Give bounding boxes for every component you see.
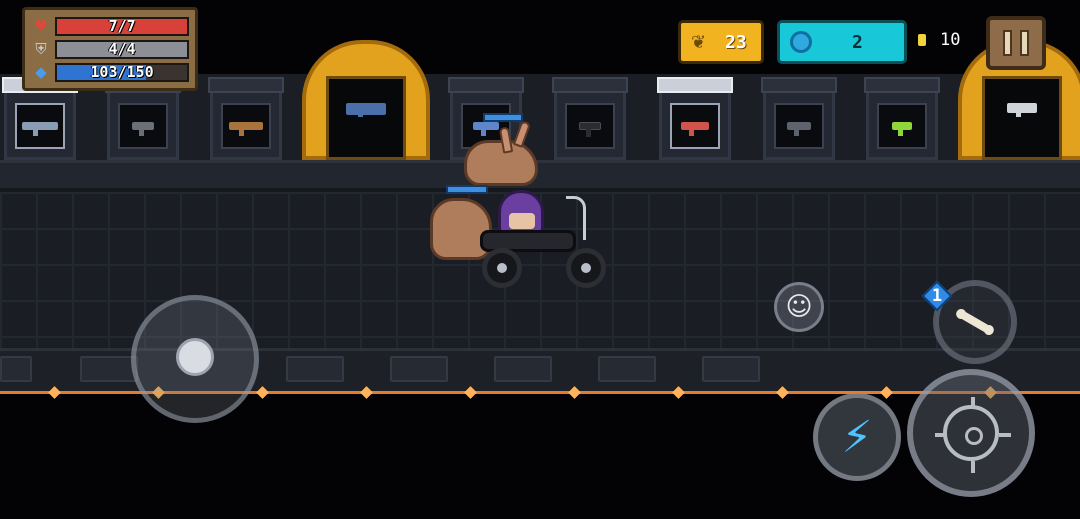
smiley-face-icon: ☺ <box>785 292 813 322</box>
weapon-case-5[interactable] <box>552 77 628 160</box>
case-cap <box>208 77 284 93</box>
health-text: 7/7 <box>108 17 136 35</box>
golden-weapon-arch-1[interactable] <box>302 40 430 160</box>
weapon-slot-number: 1 <box>931 286 943 306</box>
energy-text: 103/150 <box>90 63 154 81</box>
energy-crystal-icon: ◆ <box>35 63 47 81</box>
coins-counter: 10 <box>918 30 960 50</box>
motorcycle-wheel <box>482 248 522 288</box>
wall-brick <box>390 356 448 382</box>
pistol-icon <box>579 122 601 137</box>
blaster-icon <box>473 122 499 136</box>
armor-bar: 4/4 <box>55 40 189 59</box>
health-row: ♥ 7/7 <box>31 15 189 38</box>
gem-icon <box>790 31 812 53</box>
case-cap <box>864 77 940 93</box>
bone-weapon-icon <box>959 310 991 334</box>
health-bar: 7/7 <box>55 17 189 36</box>
wall-brick <box>702 356 760 382</box>
crosshair-tick <box>999 433 1011 437</box>
armor-text: 4/4 <box>108 40 136 58</box>
case-cap <box>552 77 628 93</box>
assault-rifle-icon <box>22 122 58 136</box>
emote-button[interactable]: ☺ <box>774 282 824 332</box>
heart-icon: ♥ <box>34 17 48 35</box>
pause-icon <box>1020 30 1029 56</box>
ray-gun-icon <box>681 122 709 136</box>
energy-row: ◆ 103/150 <box>31 61 189 84</box>
crosshair-icon <box>935 397 1011 473</box>
lightning-bolt-icon: ⚡ <box>841 411 873 463</box>
weapon-slot-badge: 1 <box>921 280 953 312</box>
materials-count: 23 <box>725 31 747 53</box>
pet-health-bar <box>483 113 523 122</box>
player-on-motorcycle <box>458 190 608 290</box>
crosshair-tick <box>971 461 975 473</box>
gems-counter: 2 <box>777 20 907 64</box>
gems-count: 2 <box>852 31 863 53</box>
crosshair-tick <box>971 397 975 409</box>
weapon-case-2[interactable] <box>105 77 181 160</box>
joystick-knob[interactable] <box>176 338 214 376</box>
weapon-case-3[interactable] <box>208 77 284 160</box>
wall-brick <box>494 356 552 382</box>
horned-beast-pet <box>464 120 538 186</box>
heavy-cannon-icon <box>346 103 386 117</box>
motorcycle-wheel <box>566 248 606 288</box>
feather-icon: ❦ <box>691 31 707 53</box>
pause-icon <box>1003 30 1012 56</box>
coin-icon <box>918 34 926 46</box>
fire-button[interactable] <box>907 369 1035 497</box>
wall-brick <box>80 356 138 382</box>
armor-row: ⛨ 4/4 <box>31 38 189 61</box>
revolver-icon <box>787 122 811 136</box>
ak-rifle-icon <box>229 122 263 136</box>
crosshair-tick <box>935 433 947 437</box>
rocket-launcher-icon <box>1007 103 1037 117</box>
pause-button[interactable] <box>986 16 1046 70</box>
skill-button[interactable]: ⚡ <box>813 393 901 481</box>
energy-bar: 103/150 <box>55 63 189 82</box>
wall-brick <box>286 356 344 382</box>
wall-brick <box>598 356 656 382</box>
laser-pistol-icon <box>892 122 912 136</box>
player-face <box>509 213 535 229</box>
materials-counter: ❦ 23 <box>678 20 764 64</box>
coins-count: 10 <box>940 30 961 50</box>
case-cap <box>761 77 837 93</box>
player-stats-panel: ♥ 7/7 ⛨ 4/4 ◆ 103/150 <box>22 7 198 91</box>
weapon-case-6[interactable] <box>657 77 733 160</box>
wall-brick <box>0 356 32 382</box>
weapon-case-1[interactable] <box>2 77 78 160</box>
wall-ledge <box>0 160 1080 192</box>
weapon-case-8[interactable] <box>864 77 940 160</box>
case-cap <box>448 77 524 93</box>
weapon-case-7[interactable] <box>761 77 837 160</box>
case-cap <box>657 77 733 93</box>
shield-icon: ⛨ <box>35 40 47 58</box>
smg-icon <box>132 122 154 136</box>
